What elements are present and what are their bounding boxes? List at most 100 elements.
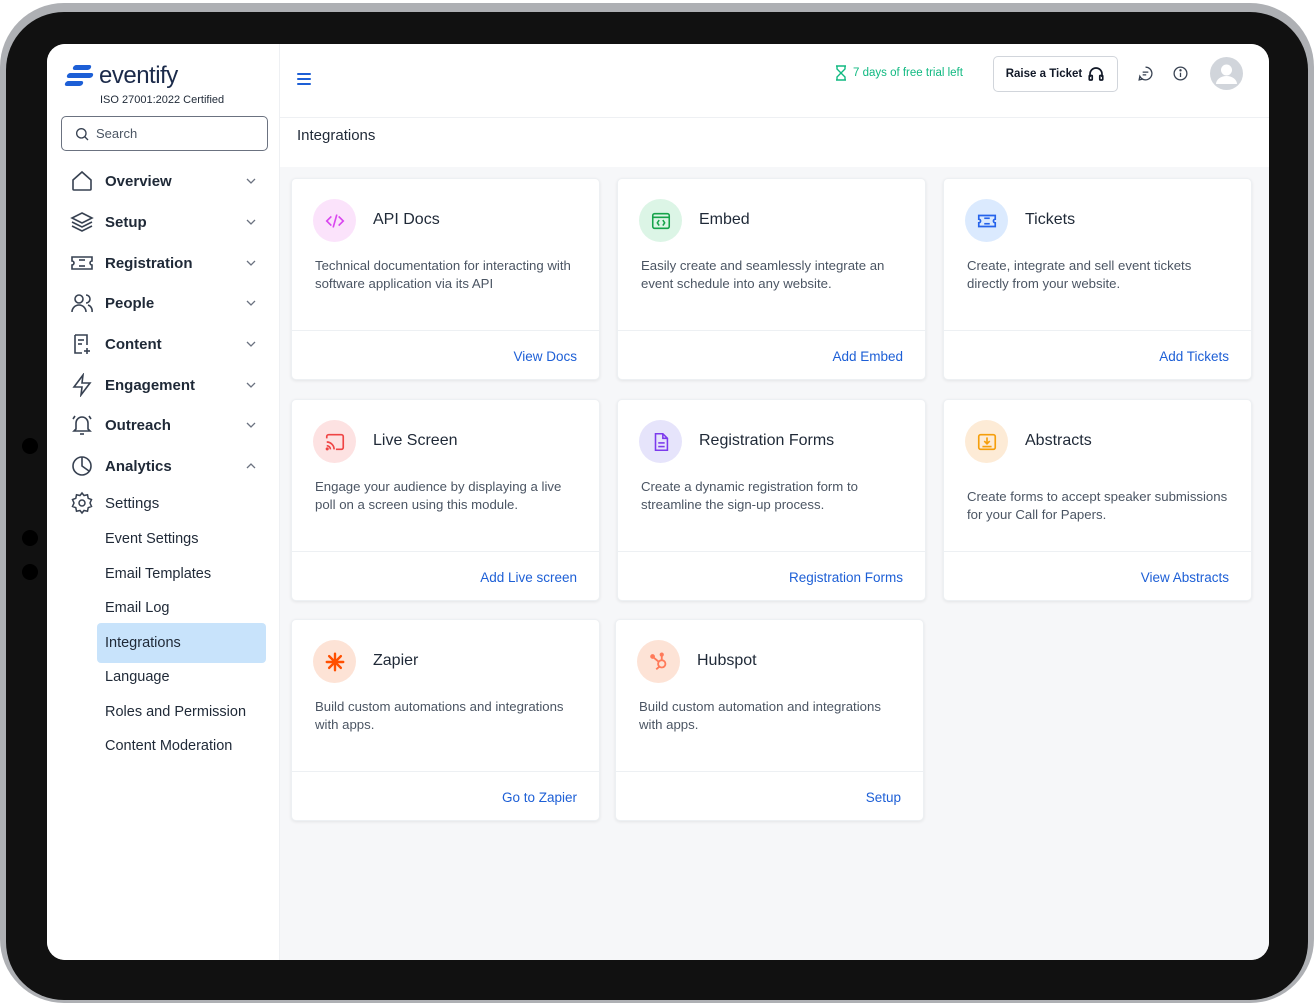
card-description: Easily create and seamlessly integrate a…	[641, 258, 885, 291]
sidebar-item-overview[interactable]: Overview	[69, 166, 257, 196]
card-divider	[618, 551, 925, 552]
card-description: Create, integrate and sell event tickets…	[967, 258, 1192, 291]
sidebar-subitem-language[interactable]: Language	[97, 657, 266, 697]
raise-ticket-button[interactable]: Raise a Ticket	[993, 56, 1118, 92]
sidebar-item-label: Content	[105, 335, 162, 353]
view-abstracts-link[interactable]: View Abstracts	[1141, 570, 1229, 585]
trial-text: 7 days of free trial left	[853, 67, 963, 79]
card-title: API Docs	[373, 211, 440, 228]
raise-ticket-label: Raise a Ticket	[1005, 68, 1083, 80]
chat-icon[interactable]	[1137, 65, 1154, 82]
sidebar-item-label: Outreach	[105, 416, 171, 434]
hourglass-icon	[836, 65, 846, 81]
card-divider	[292, 330, 599, 331]
card-description: Build custom automations and integration…	[315, 699, 564, 732]
headset-icon	[1088, 67, 1104, 81]
code-icon	[313, 199, 356, 242]
sidebar: eventify ISO 27001:2022 Certified Search…	[47, 44, 280, 960]
card-title: Live Screen	[373, 432, 458, 449]
integration-card-embed: Embed Easily create and seamlessly integ…	[617, 178, 926, 380]
add-live-screen-link[interactable]: Add Live screen	[480, 570, 577, 585]
card-divider	[616, 771, 923, 772]
gear-icon	[69, 490, 95, 516]
zapier-asterisk-icon	[313, 640, 356, 683]
chevron-down-icon	[246, 382, 256, 388]
sidebar-item-label: Analytics	[105, 457, 172, 475]
ticket-icon	[69, 250, 95, 276]
chevron-down-icon	[246, 219, 256, 225]
chevron-down-icon	[246, 422, 256, 428]
layers-icon	[69, 209, 95, 235]
sidebar-subitem-content-moderation[interactable]: Content Moderation	[97, 726, 266, 766]
card-title: Tickets	[1025, 211, 1076, 228]
search-input[interactable]: Search	[61, 116, 268, 151]
sidebar-item-engagement[interactable]: Engagement	[69, 370, 257, 400]
side-button	[22, 438, 38, 454]
sidebar-item-label: Engagement	[105, 376, 196, 394]
chevron-down-icon	[246, 300, 256, 306]
hamburger-menu-icon[interactable]	[297, 73, 311, 85]
brand-name: eventify	[99, 62, 178, 89]
sidebar-item-label: Overview	[105, 172, 172, 190]
sidebar-item-settings[interactable]: Settings	[69, 488, 257, 518]
add-embed-link[interactable]: Add Embed	[832, 349, 903, 364]
card-title: Embed	[699, 211, 750, 228]
integration-card-registration-forms: Registration Forms Create a dynamic regi…	[617, 399, 926, 601]
eventify-logo-icon	[64, 63, 94, 89]
pie-chart-icon	[69, 453, 95, 479]
card-divider	[618, 330, 925, 331]
integration-card-zapier: Zapier Build custom automations and inte…	[291, 619, 600, 821]
top-bar: 7 days of free trial left Raise a Ticket	[280, 44, 1269, 118]
info-icon[interactable]	[1172, 65, 1189, 82]
integration-card-hubspot: Hubspot Build custom automation and inte…	[615, 619, 924, 821]
lightning-icon	[69, 372, 95, 398]
chevron-down-icon	[246, 341, 256, 347]
sidebar-item-setup[interactable]: Setup	[69, 207, 257, 237]
card-description: Create forms to accept speaker submissio…	[967, 489, 1228, 522]
card-divider	[944, 330, 1251, 331]
sidebar-item-analytics[interactable]: Analytics	[69, 451, 257, 481]
sidebar-item-label: Settings	[105, 494, 160, 512]
card-divider	[944, 551, 1251, 552]
form-icon	[639, 420, 682, 463]
sidebar-item-content[interactable]: Content	[69, 329, 257, 359]
integration-card-abstracts: Abstracts Create forms to accept speaker…	[943, 399, 1252, 601]
chevron-down-icon	[246, 178, 256, 184]
bell-icon	[69, 412, 95, 438]
users-icon	[69, 290, 95, 316]
add-tickets-link[interactable]: Add Tickets	[1159, 349, 1229, 364]
sidebar-subitem-event-settings[interactable]: Event Settings	[97, 519, 266, 559]
sidebar-item-label: Registration	[105, 254, 193, 272]
card-title: Registration Forms	[699, 432, 835, 449]
card-title: Abstracts	[1025, 432, 1092, 449]
trial-indicator: 7 days of free trial left	[834, 65, 963, 81]
side-button	[22, 564, 38, 580]
card-description: Create a dynamic registration form to st…	[641, 479, 858, 512]
sidebar-subitem-email-log[interactable]: Email Log	[97, 588, 266, 628]
ticket-icon	[965, 199, 1008, 242]
sidebar-item-label: People	[105, 294, 155, 312]
hubspot-setup-link[interactable]: Setup	[866, 790, 901, 805]
integration-card-live-screen: Live Screen Engage your audience by disp…	[291, 399, 600, 601]
sidebar-item-registration[interactable]: Registration	[69, 248, 257, 278]
sidebar-item-label: Setup	[105, 213, 147, 231]
page-header: Integrations	[280, 119, 1269, 167]
avatar[interactable]	[1210, 57, 1243, 90]
chevron-down-icon	[246, 260, 256, 266]
card-description: Technical documentation for interacting …	[315, 258, 571, 291]
main-content: Integrations API Docs Technical document…	[280, 119, 1269, 960]
registration-forms-link[interactable]: Registration Forms	[789, 570, 903, 585]
page-title: Integrations	[297, 127, 376, 144]
certification-label: ISO 27001:2022 Certified	[100, 94, 225, 106]
inbox-download-icon	[965, 420, 1008, 463]
card-description: Engage your audience by displaying a liv…	[315, 479, 562, 512]
cast-icon	[313, 420, 356, 463]
sidebar-item-people[interactable]: People	[69, 288, 257, 318]
sidebar-item-outreach[interactable]: Outreach	[69, 410, 257, 440]
hubspot-icon	[637, 640, 680, 683]
view-docs-link[interactable]: View Docs	[513, 349, 577, 364]
app-screen: eventify ISO 27001:2022 Certified Search…	[47, 44, 1269, 960]
integration-card-api-docs: API Docs Technical documentation for int…	[291, 178, 600, 380]
go-to-zapier-link[interactable]: Go to Zapier	[502, 790, 577, 805]
embed-window-icon	[639, 199, 682, 242]
